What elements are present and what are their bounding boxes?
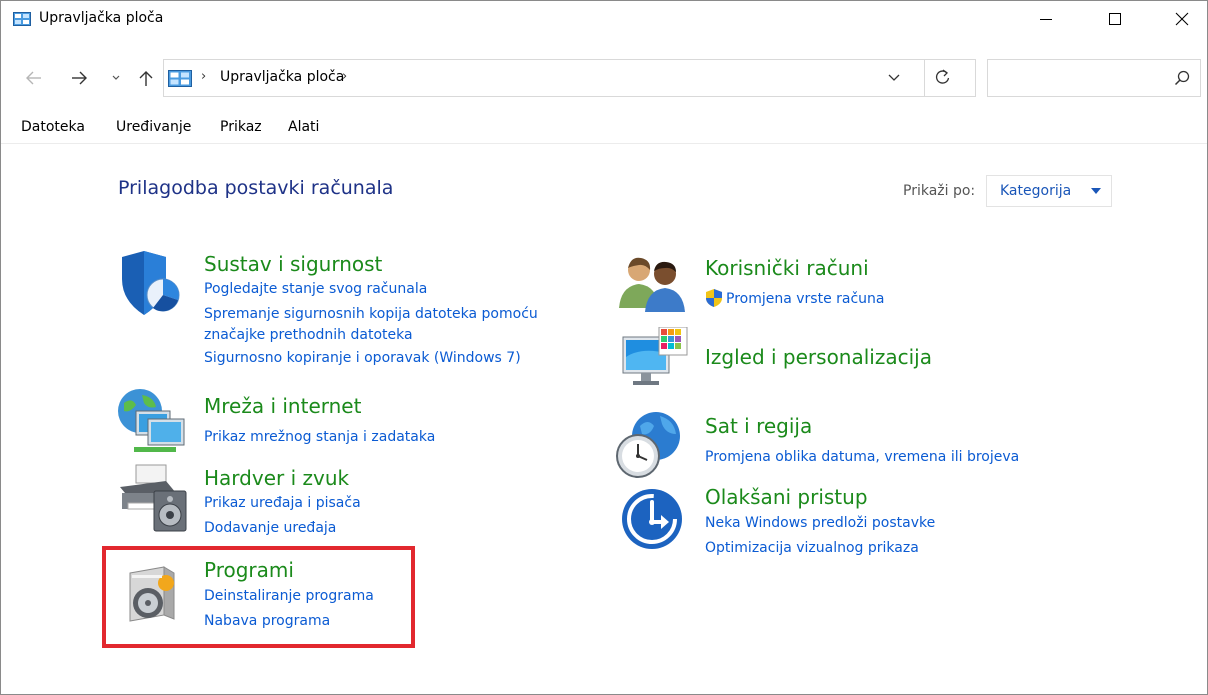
control-panel-window: Upravljačka ploča › Upravljačka ploča › … [0, 0, 1208, 695]
maximize-button[interactable] [1092, 1, 1138, 37]
clock-globe-icon[interactable] [612, 410, 688, 484]
up-button[interactable] [135, 67, 157, 89]
chevron-down-icon [112, 75, 120, 80]
menu-divider [1, 143, 1207, 144]
link-let-windows-suggest[interactable]: Neka Windows predloži postavke [705, 515, 935, 531]
shield-icon[interactable] [119, 251, 189, 321]
address-bar[interactable]: › Upravljačka ploča › [163, 59, 976, 97]
caret-down-icon [1091, 188, 1101, 194]
control-panel-icon [13, 11, 31, 30]
title-bar: Upravljačka ploča [1, 1, 1207, 37]
link-devices-printers[interactable]: Prikaz uređaja i pisača [204, 495, 361, 511]
category-network-internet[interactable]: Mreža i internet [204, 394, 361, 418]
category-user-accounts[interactable]: Korisnički računi [705, 256, 869, 280]
network-globe-icon[interactable] [114, 387, 189, 459]
accessibility-icon[interactable] [621, 488, 683, 554]
close-button[interactable] [1159, 1, 1205, 37]
control-panel-location-icon [168, 70, 192, 91]
category-hardware-sound[interactable]: Hardver i zvuk [204, 466, 349, 490]
view-by-label: Prikaži po: [903, 183, 976, 199]
link-file-history-backup[interactable]: Spremanje sigurnosnih kopija datoteka po… [204, 306, 538, 322]
highlight-box [102, 546, 415, 648]
close-icon [1175, 12, 1189, 26]
link-add-device[interactable]: Dodavanje uređaja [204, 520, 336, 536]
category-ease-of-access[interactable]: Olakšani pristup [705, 485, 868, 509]
arrow-right-icon [72, 71, 87, 85]
breadcrumb-separator[interactable]: › [342, 69, 347, 84]
link-file-history-backup-cont[interactable]: značajke prethodnih datoteka [204, 327, 413, 343]
page-title: Prilagodba postavki računala [118, 177, 394, 199]
monitor-palette-icon[interactable] [621, 326, 689, 393]
menu-edit[interactable]: Uređivanje [116, 119, 191, 135]
category-appearance-personalization[interactable]: Izgled i personalizacija [705, 345, 932, 369]
category-system-security[interactable]: Sustav i sigurnost [204, 252, 382, 276]
uac-shield-icon [705, 289, 723, 311]
chevron-down-icon [888, 74, 900, 81]
back-button[interactable] [23, 67, 45, 89]
arrow-left-icon [26, 71, 41, 85]
link-view-computer-status[interactable]: Pogledajte stanje svog računala [204, 281, 427, 297]
breadcrumb-control-panel[interactable]: Upravljačka ploča [220, 69, 344, 85]
search-input[interactable] [987, 59, 1201, 97]
minimize-icon [1040, 19, 1052, 20]
users-icon[interactable] [619, 256, 689, 316]
breadcrumb-separator[interactable]: › [201, 69, 206, 84]
menu-file[interactable]: Datoteka [21, 119, 85, 135]
maximize-icon [1109, 13, 1121, 25]
link-optimize-visual-display[interactable]: Optimizacija vizualnog prikaza [705, 540, 919, 556]
forward-button[interactable] [68, 67, 90, 89]
search-icon [1174, 70, 1190, 90]
minimize-button[interactable] [1023, 1, 1069, 37]
navigation-bar: › Upravljačka ploča › [1, 59, 1207, 99]
link-change-date-formats[interactable]: Promjena oblika datuma, vremena ili broj… [705, 449, 1019, 465]
menu-tools[interactable]: Alati [288, 119, 319, 135]
menu-view[interactable]: Prikaz [220, 119, 262, 135]
arrow-up-icon [139, 71, 153, 86]
recent-locations-button[interactable] [105, 67, 127, 89]
view-by-dropdown[interactable]: Kategorija [986, 175, 1112, 207]
refresh-icon [935, 69, 950, 84]
refresh-button[interactable] [934, 68, 952, 90]
window-title: Upravljačka ploča [39, 10, 164, 26]
link-network-status[interactable]: Prikaz mrežnog stanja i zadataka [204, 429, 435, 445]
address-dropdown-button[interactable] [887, 69, 901, 88]
link-change-account-type[interactable]: Promjena vrste računa [726, 291, 885, 307]
link-backup-restore[interactable]: Sigurnosno kopiranje i oporavak (Windows… [204, 350, 521, 366]
view-by-value: Kategorija [1000, 183, 1072, 199]
address-divider [924, 60, 925, 96]
category-clock-region[interactable]: Sat i regija [705, 414, 812, 438]
printer-speaker-icon[interactable] [118, 463, 190, 537]
